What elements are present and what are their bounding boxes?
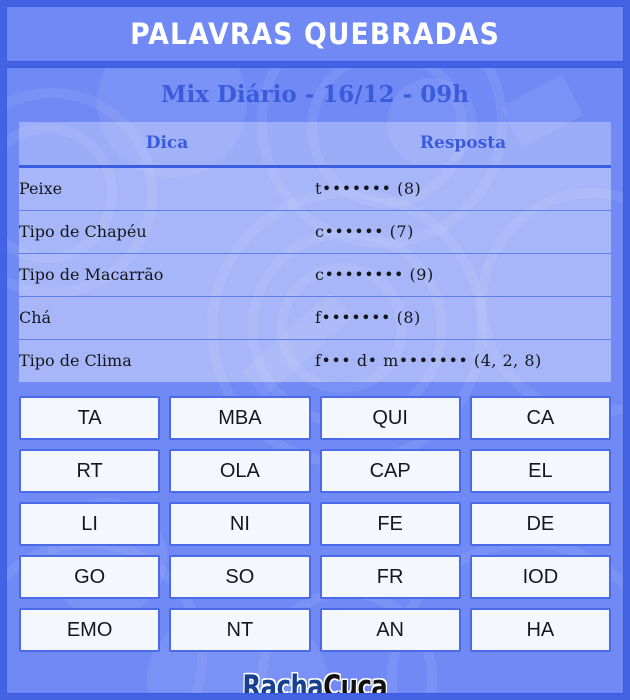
fragment-tile[interactable]: GO bbox=[19, 555, 161, 599]
table-row: Tipo de Macarrão c•••••••• (9) bbox=[19, 253, 611, 297]
fragment-tile[interactable]: FE bbox=[319, 502, 461, 546]
fragment-tile-grid: TA MBA QUI CA RT OLA CAP EL LI NI FE DE … bbox=[19, 396, 611, 658]
fragment-tile[interactable]: FR bbox=[319, 555, 461, 599]
answer-pattern-text: c•••••••• (9) bbox=[315, 265, 434, 284]
fragment-tile[interactable]: DE bbox=[469, 502, 611, 546]
clue-table-head: Dica Resposta bbox=[19, 122, 611, 168]
fragment-tile[interactable]: RT bbox=[19, 449, 161, 493]
clue-text: Peixe bbox=[19, 166, 315, 211]
column-header-answer: Resposta bbox=[315, 122, 611, 168]
fragment-tile[interactable]: MBA bbox=[169, 396, 311, 440]
fragment-tile[interactable]: NI bbox=[169, 502, 311, 546]
fragment-tile[interactable]: TA bbox=[19, 396, 161, 440]
app-header: Palavras Quebradas bbox=[6, 6, 624, 62]
fragment-tile[interactable]: AN bbox=[319, 608, 461, 652]
clue-text: Tipo de Chapéu bbox=[19, 210, 315, 254]
puzzle-subtitle: Mix Diário - 16/12 - 09h bbox=[161, 81, 469, 108]
fragment-tile[interactable]: OLA bbox=[169, 449, 311, 493]
fragment-tile[interactable]: EMO bbox=[19, 608, 161, 652]
answer-pattern: c•••••• (7) bbox=[315, 210, 611, 254]
puzzle-app: Palavras Quebradas Mix Diário - 16/12 - … bbox=[0, 0, 630, 700]
table-row: Peixe t••••••• (8) bbox=[19, 166, 611, 211]
table-row: Tipo de Chapéu c•••••• (7) bbox=[19, 210, 611, 254]
fragment-tile[interactable]: HA bbox=[469, 608, 611, 652]
answer-pattern-text: t••••••• (8) bbox=[315, 179, 422, 198]
clue-text: Tipo de Clima bbox=[19, 339, 315, 382]
fragment-tile[interactable]: NT bbox=[169, 608, 311, 652]
fragment-tile[interactable]: IOD bbox=[469, 555, 611, 599]
fragment-tile[interactable]: QUI bbox=[319, 396, 461, 440]
answer-pattern-text: f••• d• m••••••• (4, 2, 8) bbox=[315, 351, 542, 370]
answer-pattern: t••••••• (8) bbox=[315, 166, 611, 211]
fragment-tile[interactable]: EL bbox=[469, 449, 611, 493]
fragment-tile[interactable]: SO bbox=[169, 555, 311, 599]
column-header-clue: Dica bbox=[19, 122, 315, 168]
answer-pattern-text: f••••••• (8) bbox=[315, 308, 421, 327]
clue-text: Chá bbox=[19, 296, 315, 340]
answer-pattern-text: c•••••• (7) bbox=[315, 222, 414, 241]
answer-pattern: f••••••• (8) bbox=[315, 296, 611, 340]
fragment-tile[interactable]: CAP bbox=[319, 449, 461, 493]
table-row: Tipo de Clima f••• d• m••••••• (4, 2, 8) bbox=[19, 339, 611, 382]
clue-text: Tipo de Macarrão bbox=[19, 253, 315, 297]
puzzle-panel: Mix Diário - 16/12 - 09h Dica Resposta P… bbox=[6, 67, 624, 694]
logo-text-racha: Racha bbox=[242, 669, 324, 694]
logo-text-cuca: Cuca bbox=[323, 669, 388, 694]
table-row: Chá f••••••• (8) bbox=[19, 296, 611, 340]
answer-pattern: f••• d• m••••••• (4, 2, 8) bbox=[315, 339, 611, 382]
rachacuca-logo: RachaCuca bbox=[242, 669, 388, 694]
clue-table-body: Peixe t••••••• (8) Tipo de Chapéu c•••••… bbox=[19, 166, 611, 382]
table-header-row: Dica Resposta bbox=[19, 122, 611, 168]
footer: RachaCuca bbox=[19, 658, 611, 694]
fragment-tile[interactable]: CA bbox=[469, 396, 611, 440]
fragment-tile[interactable]: LI bbox=[19, 502, 161, 546]
answer-pattern: c•••••••• (9) bbox=[315, 253, 611, 297]
clue-table: Dica Resposta Peixe t••••••• (8) Tipo de… bbox=[19, 122, 611, 382]
page-title: Palavras Quebradas bbox=[130, 17, 500, 51]
